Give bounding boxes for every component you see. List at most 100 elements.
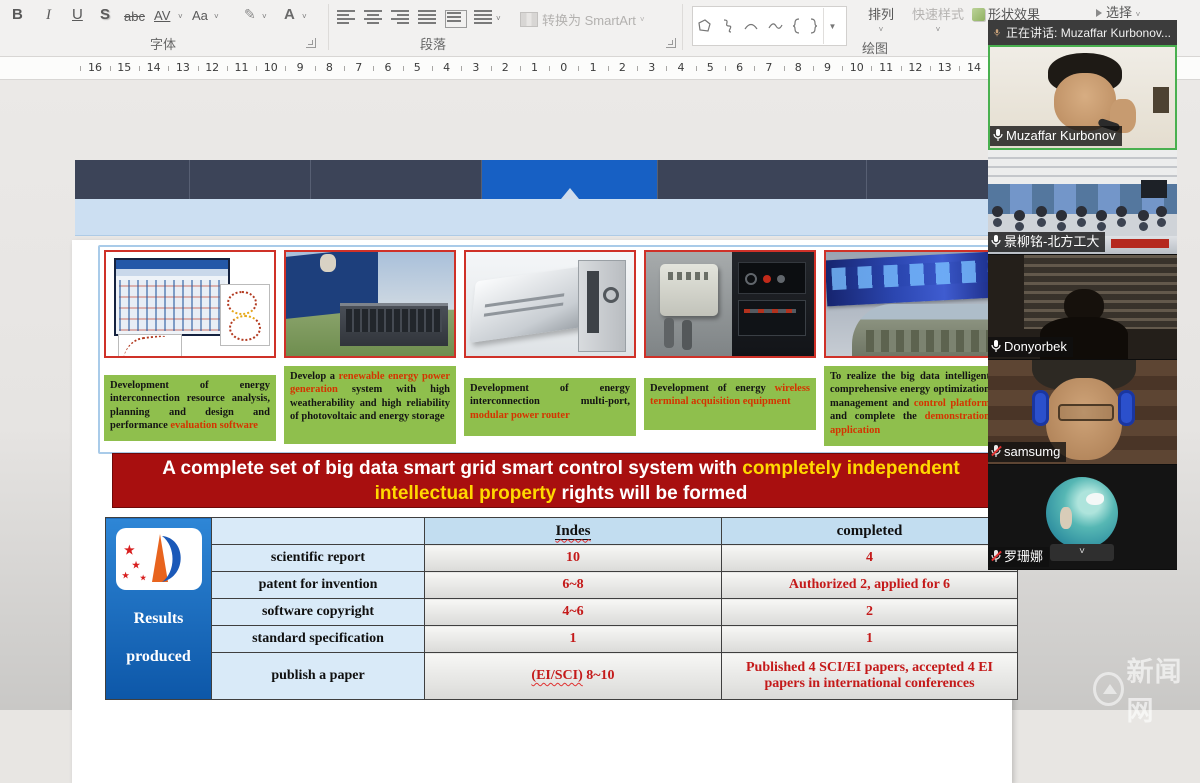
row-label: scientific report [212,545,425,572]
caption-evaluation-software: Development of energy interconnection re… [104,375,276,441]
audience-member [1056,210,1067,221]
ruler-tick [784,66,785,71]
paragraph-group-label: 段落 [420,34,446,53]
table-row: software copyright4~62 [106,599,1018,626]
image-power-router [464,250,636,358]
speaking-banner: 正在讲话: Muzaffar Kurbonov... [988,20,1177,45]
ruler-number: 6 [378,61,398,74]
image-solar-plant [284,250,456,358]
ruler-number: 6 [730,61,750,74]
ruler-number: 14 [144,61,164,74]
ruler-tick [110,66,111,71]
ruler-number: 8 [788,61,808,74]
ruler-tick [461,66,462,71]
audience-member [992,206,1003,217]
svg-text:★: ★ [124,543,135,557]
ruler-tick [285,66,286,71]
ruler-number: 9 [818,61,838,74]
text-shadow-button[interactable]: S [100,6,110,24]
ruler-number: 11 [876,61,896,74]
ruler-tick [842,66,843,71]
ruler-number: 7 [349,61,369,74]
ruler-tick [373,66,374,71]
slide-nav-tab-2 [190,160,311,199]
font-group-label: 字体 [150,34,176,53]
header-index: Indes [425,518,722,545]
right-brace-icon[interactable] [809,17,819,35]
chevron-down-icon[interactable]: ˅ [178,12,183,21]
ruler-tick [344,66,345,71]
chevron-down-icon[interactable]: ˅ [262,12,267,21]
chevron-down-icon[interactable]: ˅ [214,12,219,21]
arc-down-icon[interactable] [743,18,759,34]
table-row: publish a paper(EI/SCI) 8~10Published 4 … [106,653,1018,700]
participant-name-label: Muzaffar Kurbonov [990,126,1122,146]
video-tile-classroom[interactable]: 景柳铭-北方工大 [988,150,1177,255]
participant-name-label: samsumg [988,442,1066,462]
headline-banner: A complete set of big data smart grid sm… [112,453,1010,508]
svg-text:★: ★ [132,560,141,570]
left-brace-icon[interactable] [791,17,801,35]
text-segment: Develop a [290,371,339,382]
justify-icon[interactable] [418,10,436,24]
group-divider [682,4,683,50]
completed-value: Published 4 SCI/EI papers, accepted 4 EI… [722,653,1018,700]
select-button[interactable]: 选择 ˅ [1096,2,1166,21]
underline-button[interactable]: U [72,6,83,24]
font-color-button[interactable]: A [284,6,295,24]
video-tile-donyorbek[interactable]: Donyorbek [988,255,1177,360]
align-center-icon[interactable] [364,10,382,24]
shapes-gallery[interactable]: ▼ [692,6,847,46]
ruler-number: 15 [114,61,134,74]
news-watermark: 新闻网 [1093,650,1200,728]
ruler-number: 14 [964,61,984,74]
slide-nav-tab-1 [75,160,190,199]
ruler-number: 5 [700,61,720,74]
convert-to-smartart-button[interactable]: 转换为 SmartArt ˅ [520,10,645,29]
paragraph-dialog-launcher-icon[interactable] [666,38,676,48]
bold-button[interactable]: B [12,6,23,24]
video-tile-muzaffar[interactable]: ∧ Muzaffar Kurbonov [988,45,1177,150]
audience-member [1138,210,1149,221]
line-spacing-icon[interactable] [474,10,492,24]
shapes-gallery-more-icon[interactable]: ▼ [823,8,841,44]
scribble-shape-icon[interactable] [721,18,735,34]
audience-member [1096,210,1107,221]
chevron-down-icon[interactable]: ˅ [496,14,501,23]
ruler-number: 13 [935,61,955,74]
character-spacing-button[interactable]: AV [154,7,170,25]
audience-member [1116,206,1127,217]
ruler-number: 12 [905,61,925,74]
ruler-tick [198,66,199,71]
ruler-tick [871,66,872,71]
ruler-tick [754,66,755,71]
ruler-tick [959,66,960,71]
arrange-button[interactable]: 排列 ˅ [858,4,904,34]
slide-nav-tab-5 [658,160,867,199]
collapse-panel-button[interactable]: ˅ [1050,544,1114,561]
ruler-number: 9 [290,61,310,74]
video-tile-luoshanna[interactable]: ˅ 罗珊娜 [988,465,1177,570]
avatar [1046,477,1118,549]
curve-icon[interactable] [767,18,783,34]
freeform-shape-icon[interactable] [697,18,713,34]
smartart-icon [520,12,538,27]
align-right-icon[interactable] [391,10,409,24]
group-divider [328,4,329,50]
caption-control-platform: To realize the big data intelligent comp… [824,366,996,446]
quick-styles-button[interactable]: 快速样式 ˅ [908,4,968,34]
align-left-icon[interactable] [337,10,355,24]
video-tile-samsumg[interactable]: samsumg [988,360,1177,465]
italic-button[interactable]: I [46,6,51,24]
ruler-tick [549,66,550,71]
index-value: 8~10 [583,668,615,683]
ruler-number: 2 [495,61,515,74]
ruler-number: 3 [466,61,486,74]
chevron-down-icon[interactable]: ˅ [302,12,307,21]
ruler-tick [608,66,609,71]
font-dialog-launcher-icon[interactable] [306,38,316,48]
distribute-text-icon[interactable] [445,10,467,28]
strikethrough-button[interactable]: abc [124,8,145,26]
change-case-button[interactable]: Aa [192,7,208,25]
highlight-pen-icon[interactable]: ✎ [244,5,256,23]
